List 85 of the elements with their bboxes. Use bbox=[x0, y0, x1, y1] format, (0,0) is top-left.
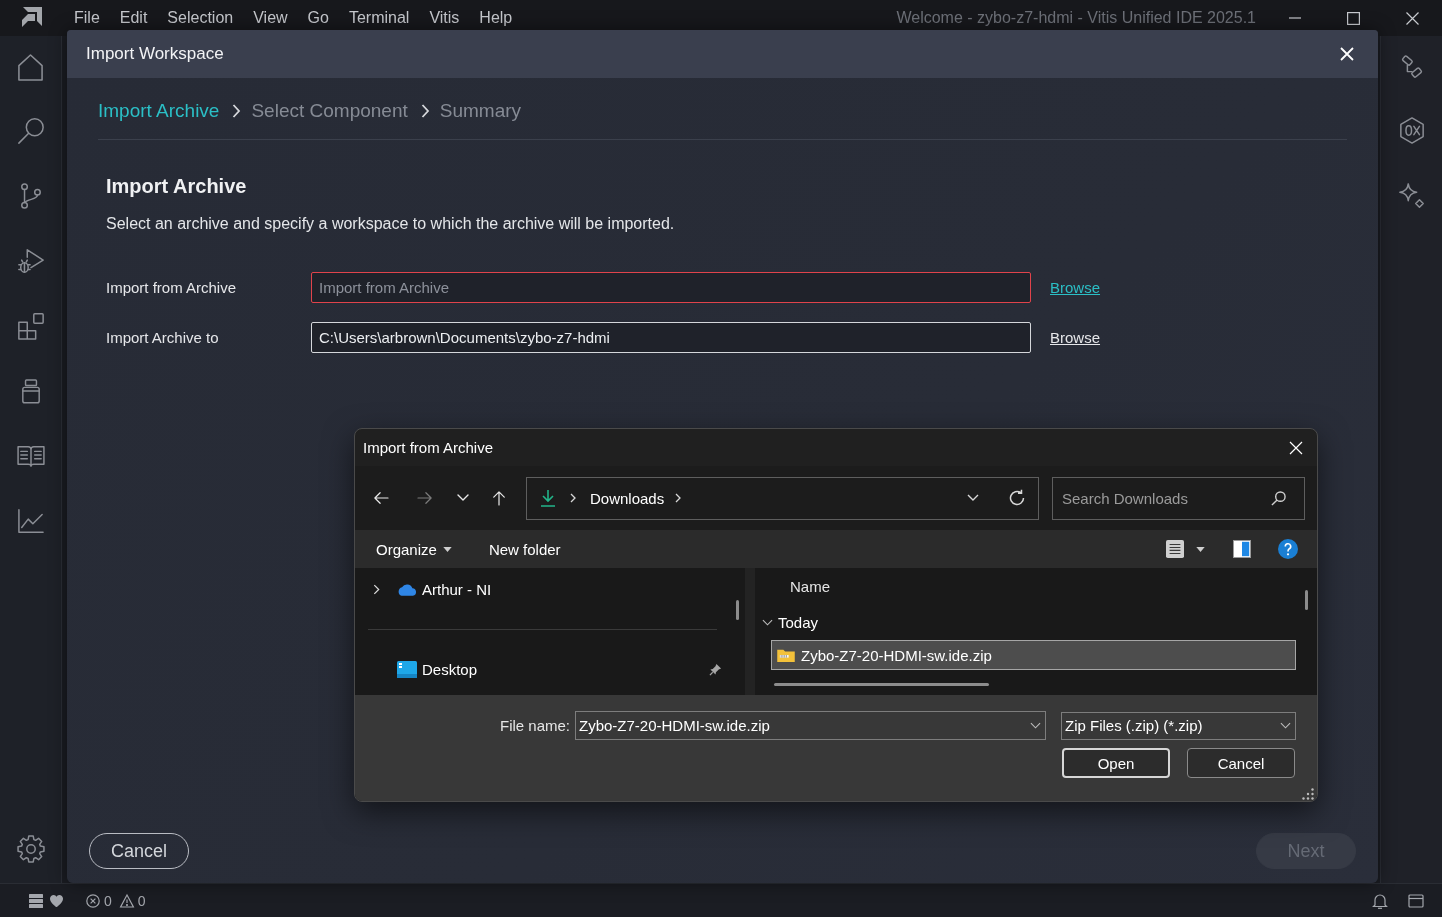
dialog-title: Import Workspace bbox=[86, 44, 224, 64]
chevron-right-icon[interactable] bbox=[675, 493, 682, 503]
bell-icon[interactable] bbox=[1372, 892, 1388, 909]
scrollbar-thumb[interactable] bbox=[1305, 590, 1308, 610]
chevron-down-icon[interactable] bbox=[967, 494, 979, 502]
wizard-step: Select Component bbox=[251, 100, 408, 122]
nav-item[interactable]: Desktop bbox=[355, 653, 735, 685]
command-button[interactable]: Organize bbox=[376, 540, 452, 558]
scrollbar-thumb[interactable] bbox=[736, 600, 739, 620]
download-icon[interactable] bbox=[540, 489, 556, 507]
group-header[interactable]: Today bbox=[755, 609, 823, 635]
preview-pane-icon[interactable] bbox=[1233, 540, 1251, 558]
column-header[interactable]: Name bbox=[790, 571, 830, 601]
book-icon[interactable] bbox=[15, 443, 46, 468]
chart-icon[interactable] bbox=[16, 507, 45, 534]
address-bar[interactable]: Downloads bbox=[526, 476, 1039, 520]
section-heading: Import Archive bbox=[106, 174, 247, 198]
maximize-icon[interactable] bbox=[1347, 11, 1360, 25]
menu-item[interactable]: View bbox=[253, 9, 288, 27]
chevron-right-icon[interactable] bbox=[570, 493, 576, 503]
open-button[interactable]: Open bbox=[1062, 748, 1170, 778]
description-text: Select an archive and specify a workspace to which the archive will be imported. bbox=[106, 214, 675, 234]
nav-item[interactable]: Arthur - NI bbox=[355, 573, 735, 605]
logo-icon bbox=[19, 6, 43, 30]
search-field[interactable]: Search Downloads bbox=[1052, 476, 1305, 520]
browse-link[interactable]: Browse bbox=[1050, 279, 1101, 296]
warning-count[interactable]: 0 bbox=[137, 892, 146, 909]
scrollbar-thumb[interactable] bbox=[774, 683, 989, 686]
chevron-right-icon bbox=[420, 104, 429, 118]
file-name-field[interactable]: Zybo-Z7-20-HDMI-sw.ide.zip bbox=[575, 711, 1046, 740]
grip-icon[interactable] bbox=[1302, 788, 1314, 800]
chevron-right-icon bbox=[232, 104, 241, 118]
wizard-step: Import Archive bbox=[98, 100, 220, 122]
menu-item[interactable]: Terminal bbox=[348, 9, 410, 27]
browse-link[interactable]: Browse bbox=[1050, 329, 1101, 346]
command-button[interactable]: New folder bbox=[488, 540, 561, 558]
jar-icon[interactable] bbox=[20, 377, 41, 404]
warning-icon[interactable] bbox=[119, 893, 134, 908]
file-row[interactable]: Zybo-Z7-20-HDMI-sw.ide.zip bbox=[771, 640, 1296, 670]
path-field[interactable]: C:\Users\arbrown\Documents\zybo-z7-hdmi bbox=[311, 322, 1031, 353]
field-label: Import from Archive bbox=[106, 279, 237, 296]
window-title: Welcome - zybo-z7-hdmi - Vitis Unified IDE 2025.1 bbox=[896, 9, 1256, 27]
pin-icon[interactable] bbox=[709, 662, 722, 676]
server-icon[interactable] bbox=[29, 893, 43, 908]
error-icon[interactable] bbox=[86, 893, 100, 908]
play-bug-icon[interactable] bbox=[16, 246, 45, 275]
chevron-down-icon[interactable] bbox=[762, 618, 773, 626]
list-view-icon[interactable] bbox=[1166, 540, 1184, 558]
menu-item[interactable]: Selection bbox=[167, 9, 234, 27]
path-field[interactable]: Import from Archive bbox=[311, 272, 1031, 303]
caret-icon[interactable] bbox=[1196, 546, 1205, 552]
arrow-left-icon[interactable] bbox=[373, 491, 389, 505]
field-label: File name: bbox=[499, 717, 570, 734]
sparkle-icon[interactable] bbox=[1397, 181, 1426, 210]
menu-item[interactable]: Help bbox=[479, 9, 513, 27]
error-count[interactable]: 0 bbox=[104, 892, 112, 909]
gear-icon[interactable] bbox=[15, 833, 46, 864]
arrow-up-icon[interactable] bbox=[492, 490, 506, 506]
field-label: Import Archive to bbox=[106, 329, 219, 346]
menu-item[interactable]: File bbox=[74, 9, 100, 27]
dialog-title: Import from Archive bbox=[363, 439, 494, 456]
menu-item[interactable]: Edit bbox=[119, 9, 148, 27]
cloud-icon bbox=[397, 582, 417, 596]
blocks-icon[interactable] bbox=[16, 311, 45, 340]
cancel-button[interactable]: Cancel bbox=[1187, 748, 1295, 778]
search-icon[interactable] bbox=[1271, 490, 1286, 506]
hexagon-icon[interactable] bbox=[1398, 116, 1425, 145]
home-icon[interactable] bbox=[17, 51, 44, 83]
heart-icon[interactable] bbox=[49, 893, 64, 908]
chevron-right-icon[interactable] bbox=[372, 583, 380, 595]
layout-icon[interactable] bbox=[1408, 892, 1424, 909]
path-segment[interactable]: Downloads bbox=[590, 489, 665, 507]
branch-icon[interactable] bbox=[18, 181, 43, 210]
wizard-step: Summary bbox=[439, 100, 522, 122]
help-icon[interactable] bbox=[1278, 539, 1298, 559]
minimize-icon[interactable] bbox=[1288, 17, 1301, 19]
refresh-icon[interactable] bbox=[1008, 489, 1026, 507]
search-icon[interactable] bbox=[16, 116, 45, 145]
close-icon[interactable] bbox=[1406, 11, 1419, 25]
desktop-icon bbox=[397, 660, 417, 678]
menu-item[interactable]: Vitis bbox=[429, 9, 460, 27]
file-type-dropdown[interactable]: Zip Files (.zip) (*.zip) bbox=[1061, 711, 1296, 740]
caret-icon[interactable] bbox=[442, 546, 452, 552]
menu-item[interactable]: Go bbox=[307, 9, 329, 27]
zip-folder-icon bbox=[777, 648, 795, 662]
